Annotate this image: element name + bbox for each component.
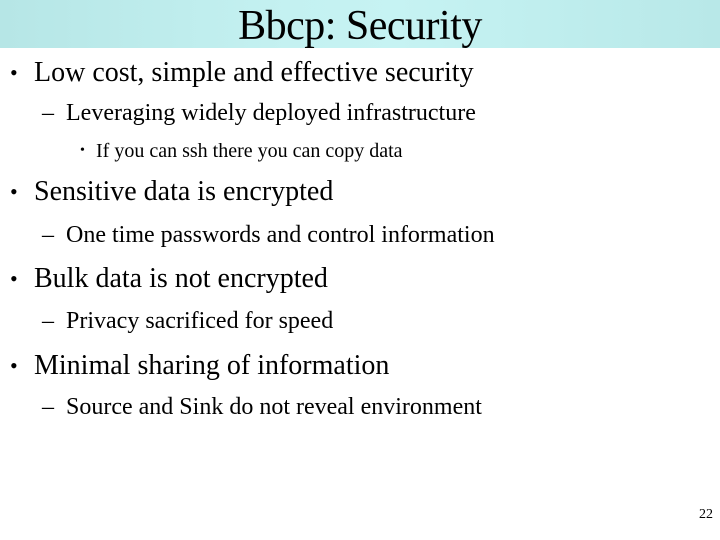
sub-sub-bullet-text: If you can ssh there you can copy data: [96, 140, 403, 162]
slide-title: Bbcp: Security: [238, 3, 482, 49]
sub-bullet-text: Privacy sacrificed for speed: [66, 308, 334, 334]
sub-bullet-text: One time passwords and control informati…: [66, 222, 495, 248]
dash-icon: –: [42, 222, 54, 248]
dash-icon: –: [42, 100, 54, 126]
page-number: 22: [699, 507, 713, 522]
dash-icon: –: [42, 308, 54, 334]
bullet-icon: •: [10, 266, 18, 291]
bullet-icon: •: [80, 143, 85, 158]
bullet-icon: •: [10, 353, 18, 378]
bullet-text: Bulk data is not encrypted: [34, 263, 328, 294]
sub-bullet-text: Source and Sink do not reveal environmen…: [66, 394, 482, 420]
bullet-icon: •: [10, 179, 18, 204]
bullet-icon: •: [10, 60, 18, 85]
bullet-text: Low cost, simple and effective security: [34, 57, 474, 88]
title-bar: Bbcp: Security: [0, 0, 720, 49]
bullet-text: Sensitive data is encrypted: [34, 176, 334, 207]
dash-icon: –: [42, 394, 54, 420]
bullet-text: Minimal sharing of information: [34, 350, 390, 381]
sub-bullet-text: Leveraging widely deployed infrastructur…: [66, 100, 476, 126]
